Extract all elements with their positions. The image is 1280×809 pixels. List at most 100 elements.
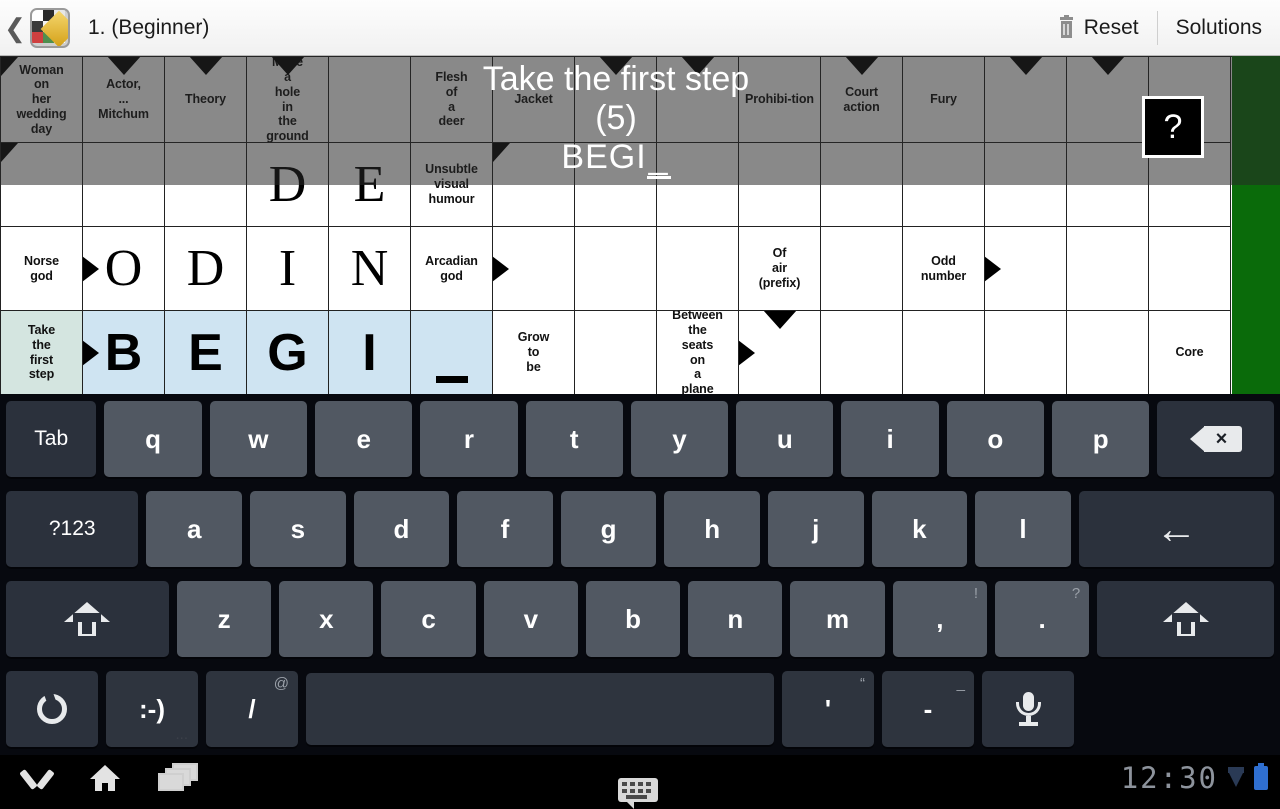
answer-cell[interactable]: N <box>329 227 411 311</box>
home-icon[interactable] <box>90 764 120 791</box>
clue-cell[interactable]: Odd number <box>903 227 985 311</box>
key-enter[interactable]: ← <box>1078 491 1274 567</box>
key-fn[interactable]: ?123 <box>6 491 139 567</box>
key-m[interactable]: m <box>790 581 885 657</box>
answer-cell[interactable] <box>739 311 821 394</box>
clue-cell[interactable]: Grow to be <box>493 311 575 394</box>
crossword-grid-area[interactable]: Woman on her wedding day Actor,... Mitchum Theo… <box>0 56 1280 394</box>
answer-cell[interactable] <box>1067 227 1149 311</box>
answer-cell[interactable] <box>821 227 903 311</box>
key-a[interactable]: a <box>146 491 243 567</box>
answer-cell[interactable] <box>329 57 411 143</box>
answer-cell[interactable] <box>985 227 1067 311</box>
answer-cell[interactable] <box>575 227 657 311</box>
key-space[interactable] <box>306 673 774 745</box>
answer-cell[interactable] <box>411 311 493 394</box>
key-hyphen[interactable]: - _ <box>882 671 974 747</box>
answer-cell[interactable] <box>1067 143 1149 227</box>
key-apostrophe[interactable]: ' “ <box>782 671 874 747</box>
key-i[interactable]: i <box>841 401 939 477</box>
answer-cell[interactable] <box>1 143 83 227</box>
key-settings[interactable] <box>6 671 98 747</box>
key-comma[interactable]: ,! <box>892 581 987 657</box>
hide-keyboard-chevron-icon[interactable] <box>22 769 52 786</box>
key-z[interactable]: z <box>176 581 272 657</box>
key-backspace[interactable]: × <box>1157 401 1275 477</box>
answer-cell[interactable] <box>575 57 657 143</box>
answer-cell[interactable] <box>493 143 575 227</box>
clue-cell[interactable]: Fury <box>903 57 985 143</box>
back-chevron-icon[interactable]: ❮ <box>0 0 26 56</box>
key-l[interactable]: l <box>975 491 1071 567</box>
answer-cell[interactable] <box>493 227 575 311</box>
key-emoji[interactable]: :-)... <box>106 671 198 747</box>
answer-cell[interactable]: G <box>247 311 329 394</box>
clue-cell[interactable]: Core <box>1149 311 1231 394</box>
clue-cell[interactable]: Unsubtle visual humour <box>411 143 493 227</box>
key-c[interactable]: c <box>381 581 476 657</box>
key-e[interactable]: e <box>315 401 413 477</box>
key-j[interactable]: j <box>768 491 864 567</box>
key-s[interactable]: s <box>250 491 346 567</box>
key-shift[interactable] <box>1097 581 1274 657</box>
clue-cell[interactable]: Actor,... Mitchum <box>83 57 165 143</box>
answer-cell[interactable] <box>821 311 903 394</box>
clue-cell[interactable]: Arcadian god <box>411 227 493 311</box>
answer-cell[interactable] <box>657 57 739 143</box>
clue-cell[interactable]: Woman on her wedding day <box>1 57 83 143</box>
answer-cell[interactable]: O <box>83 227 165 311</box>
key-v[interactable]: v <box>483 581 578 657</box>
answer-cell[interactable] <box>903 311 985 394</box>
answer-cell[interactable]: B <box>83 311 165 394</box>
key-w[interactable]: w <box>209 401 308 477</box>
key-g[interactable]: g <box>560 491 657 567</box>
answer-cell[interactable] <box>657 227 739 311</box>
answer-cell[interactable] <box>1067 57 1149 143</box>
key-fn[interactable]: Tab <box>6 401 97 477</box>
answer-cell[interactable] <box>739 143 821 227</box>
key-o[interactable]: o <box>946 401 1044 477</box>
key-y[interactable]: y <box>630 401 729 477</box>
key-n[interactable]: n <box>688 581 783 657</box>
key-t[interactable]: t <box>525 401 623 477</box>
recent-apps-icon[interactable] <box>158 762 200 793</box>
key-p[interactable]: p <box>1052 401 1150 477</box>
help-question-button[interactable]: ? <box>1142 96 1204 158</box>
answer-cell[interactable] <box>165 143 247 227</box>
key-r[interactable]: r <box>420 401 518 477</box>
key-mic[interactable] <box>982 671 1074 747</box>
answer-cell[interactable]: I <box>329 311 411 394</box>
key-period[interactable]: .? <box>994 581 1090 657</box>
answer-cell[interactable] <box>985 143 1067 227</box>
clue-cell[interactable]: Make a hole in the ground <box>247 57 329 143</box>
key-f[interactable]: f <box>457 491 553 567</box>
key-d[interactable]: d <box>353 491 450 567</box>
crossword-grid[interactable]: Woman on her wedding day Actor,... Mitchum Theo… <box>0 56 1232 394</box>
key-u[interactable]: u <box>736 401 834 477</box>
answer-cell[interactable] <box>657 143 739 227</box>
key-b[interactable]: b <box>585 581 681 657</box>
answer-cell[interactable] <box>985 311 1067 394</box>
answer-cell[interactable] <box>83 143 165 227</box>
key-q[interactable]: q <box>104 401 202 477</box>
solutions-button[interactable]: Solutions <box>1158 0 1280 56</box>
on-screen-keyboard[interactable]: Tab q w e r t y u i o p × ?123 a s d f g h j k l ← z x c v b n m,!.… <box>0 394 1280 755</box>
answer-cell[interactable] <box>1067 311 1149 394</box>
answer-cell[interactable]: D <box>247 143 329 227</box>
clue-cell[interactable]: Court action <box>821 57 903 143</box>
answer-cell[interactable] <box>985 57 1067 143</box>
clue-cell[interactable]: Prohibi-tion <box>739 57 821 143</box>
clue-cell[interactable]: Of air (prefix) <box>739 227 821 311</box>
answer-cell[interactable]: I <box>247 227 329 311</box>
key-k[interactable]: k <box>871 491 968 567</box>
answer-cell[interactable] <box>1149 227 1231 311</box>
clue-cell[interactable]: Jacket <box>493 57 575 143</box>
answer-cell[interactable] <box>903 143 985 227</box>
answer-cell[interactable] <box>821 143 903 227</box>
key-h[interactable]: h <box>664 491 760 567</box>
clue-cell[interactable]: Theory <box>165 57 247 143</box>
key-shift[interactable] <box>6 581 169 657</box>
reset-button[interactable]: Reset <box>1040 0 1157 56</box>
answer-cell[interactable]: D <box>165 227 247 311</box>
key-slash[interactable]: / @ <box>206 671 298 747</box>
